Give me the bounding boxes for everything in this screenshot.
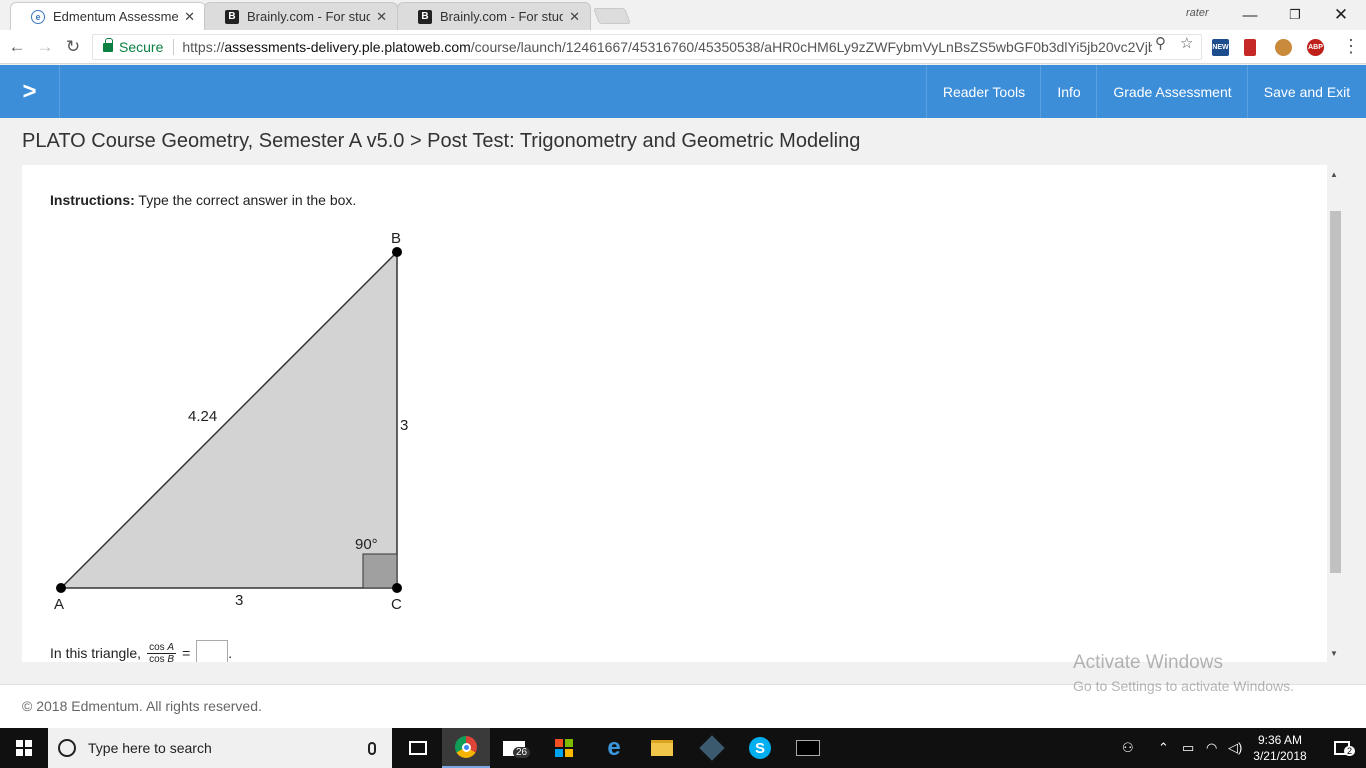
- battery-icon[interactable]: ▭: [1182, 740, 1194, 756]
- copyright-text: © 2018 Edmentum. All rights reserved.: [22, 698, 262, 714]
- scroll-up-icon[interactable]: ▲: [1330, 170, 1338, 179]
- assessment-header: > Reader Tools Info Grade Assessment Sav…: [0, 65, 1366, 118]
- question-panel: Instructions: Type the correct answer in…: [22, 165, 1327, 662]
- windows-taskbar: Type here to search 26 e S ⚇ ⌃ ▭ ◠ ◁) 9:…: [0, 728, 1366, 768]
- reader-tools-button[interactable]: Reader Tools: [926, 65, 1041, 118]
- triangle-abc: [59, 250, 398, 589]
- notification-count: 2: [1344, 746, 1356, 756]
- reload-icon[interactable]: ↻: [62, 36, 84, 58]
- microphone-icon[interactable]: [368, 741, 376, 755]
- taskbar-search[interactable]: Type here to search: [48, 728, 392, 768]
- close-tab-icon[interactable]: ✕: [376, 9, 387, 25]
- news-extension-icon[interactable]: NEW: [1212, 39, 1229, 56]
- scroll-down-icon[interactable]: ▼: [1330, 649, 1338, 658]
- brainly-icon: B: [418, 9, 432, 24]
- secure-label: Secure: [119, 39, 164, 55]
- vertex-c-point: [392, 583, 402, 593]
- edge-taskbar-icon[interactable]: e: [590, 728, 638, 768]
- windows-activation-watermark: Activate Windows Go to Settings to activ…: [1073, 652, 1294, 694]
- scrollbar-thumb[interactable]: [1330, 211, 1341, 573]
- volume-icon[interactable]: ◁): [1228, 740, 1242, 756]
- close-window-button[interactable]: ✕: [1318, 0, 1364, 30]
- chrome-taskbar-icon[interactable]: [442, 728, 490, 768]
- right-angle-marker: [362, 553, 398, 589]
- vertex-a-label: A: [54, 596, 64, 613]
- minimize-button[interactable]: —: [1227, 0, 1273, 30]
- edmentum-icon: e: [31, 9, 45, 24]
- adblock-extension-icon[interactable]: ABP: [1307, 39, 1324, 56]
- show-hidden-icons[interactable]: ⌃: [1158, 740, 1169, 756]
- triangle-diagram: A B C 4.24 3 3 90°: [54, 230, 408, 613]
- side-ab-length: 4.24: [188, 408, 217, 425]
- browser-tab-strip: e Edmentum Assessments ✕ B Brainly.com -…: [0, 0, 1366, 30]
- mail-taskbar-icon[interactable]: 26: [490, 728, 538, 768]
- system-clock[interactable]: 9:36 AM 3/21/2018: [1248, 732, 1312, 764]
- vertex-a-point: [56, 583, 66, 593]
- search-placeholder: Type here to search: [88, 740, 212, 756]
- answer-input[interactable]: [196, 640, 229, 662]
- vertex-b-label: B: [391, 230, 401, 247]
- tab-edmentum[interactable]: e Edmentum Assessments ✕: [10, 2, 206, 30]
- expand-menu-icon[interactable]: >: [0, 65, 60, 118]
- close-tab-icon[interactable]: ✕: [569, 9, 580, 25]
- mail-badge: 26: [513, 746, 531, 758]
- equals-sign: =: [182, 645, 191, 661]
- forward-icon[interactable]: →: [34, 36, 56, 58]
- file-explorer-icon[interactable]: [638, 728, 686, 768]
- info-button[interactable]: Info: [1040, 65, 1097, 118]
- notifications-icon[interactable]: 2: [1318, 728, 1366, 768]
- people-icon[interactable]: ⚇: [1122, 740, 1134, 756]
- bookmark-star-icon[interactable]: ☆: [1180, 34, 1193, 52]
- prompt-text: In this triangle,: [50, 645, 142, 661]
- url-text[interactable]: https://assessments-delivery.ple.platowe…: [182, 39, 1152, 55]
- tab-title: Brainly.com - For students: [440, 9, 564, 24]
- side-ac-length: 3: [235, 592, 243, 609]
- vertex-c-label: C: [391, 596, 402, 613]
- grade-assessment-button[interactable]: Grade Assessment: [1096, 65, 1248, 118]
- windows-logo-icon: [16, 740, 32, 756]
- address-bar[interactable]: Secure https://assessments-delivery.ple.…: [92, 34, 1202, 60]
- back-icon[interactable]: ←: [6, 36, 28, 58]
- vertex-b-point: [392, 247, 402, 257]
- save-and-exit-button[interactable]: Save and Exit: [1247, 65, 1366, 118]
- lock-icon: [103, 37, 113, 52]
- command-prompt-icon[interactable]: [784, 728, 832, 768]
- tab-brainly-2[interactable]: B Brainly.com - For students ✕: [397, 2, 591, 30]
- tab-title: Brainly.com - For students: [247, 9, 371, 24]
- tab-brainly-1[interactable]: B Brainly.com - For students ✕: [204, 2, 398, 30]
- zoom-icon[interactable]: ⚲: [1155, 34, 1166, 52]
- browser-toolbar: ← → ↻ Secure https://assessments-deliver…: [0, 30, 1366, 64]
- tab-title: Edmentum Assessments: [53, 9, 179, 24]
- store-taskbar-icon[interactable]: [540, 728, 588, 768]
- start-button[interactable]: [0, 728, 48, 768]
- restore-button[interactable]: ❐: [1272, 0, 1318, 30]
- wifi-icon[interactable]: ◠: [1206, 740, 1217, 756]
- question-prompt: In this triangle, cos A cos B = .: [50, 640, 232, 662]
- cortana-icon: [58, 739, 76, 757]
- browser-menu-icon[interactable]: ⋮: [1342, 36, 1360, 57]
- brainly-icon: B: [225, 9, 239, 24]
- side-bc-length: 3: [400, 417, 408, 434]
- new-tab-button[interactable]: [593, 8, 631, 24]
- app-taskbar-icon[interactable]: [688, 728, 736, 768]
- task-view-icon[interactable]: [394, 728, 442, 768]
- profile-name[interactable]: rater: [1186, 7, 1209, 19]
- close-tab-icon[interactable]: ✕: [184, 9, 195, 25]
- right-angle-label: 90°: [355, 536, 378, 553]
- skype-taskbar-icon[interactable]: S: [736, 728, 784, 768]
- cos-ratio-fraction: cos A cos B: [147, 641, 177, 662]
- cookie-extension-icon[interactable]: [1275, 39, 1292, 56]
- breadcrumb: PLATO Course Geometry, Semester A v5.0 >…: [22, 130, 861, 152]
- book-extension-icon[interactable]: [1244, 39, 1256, 56]
